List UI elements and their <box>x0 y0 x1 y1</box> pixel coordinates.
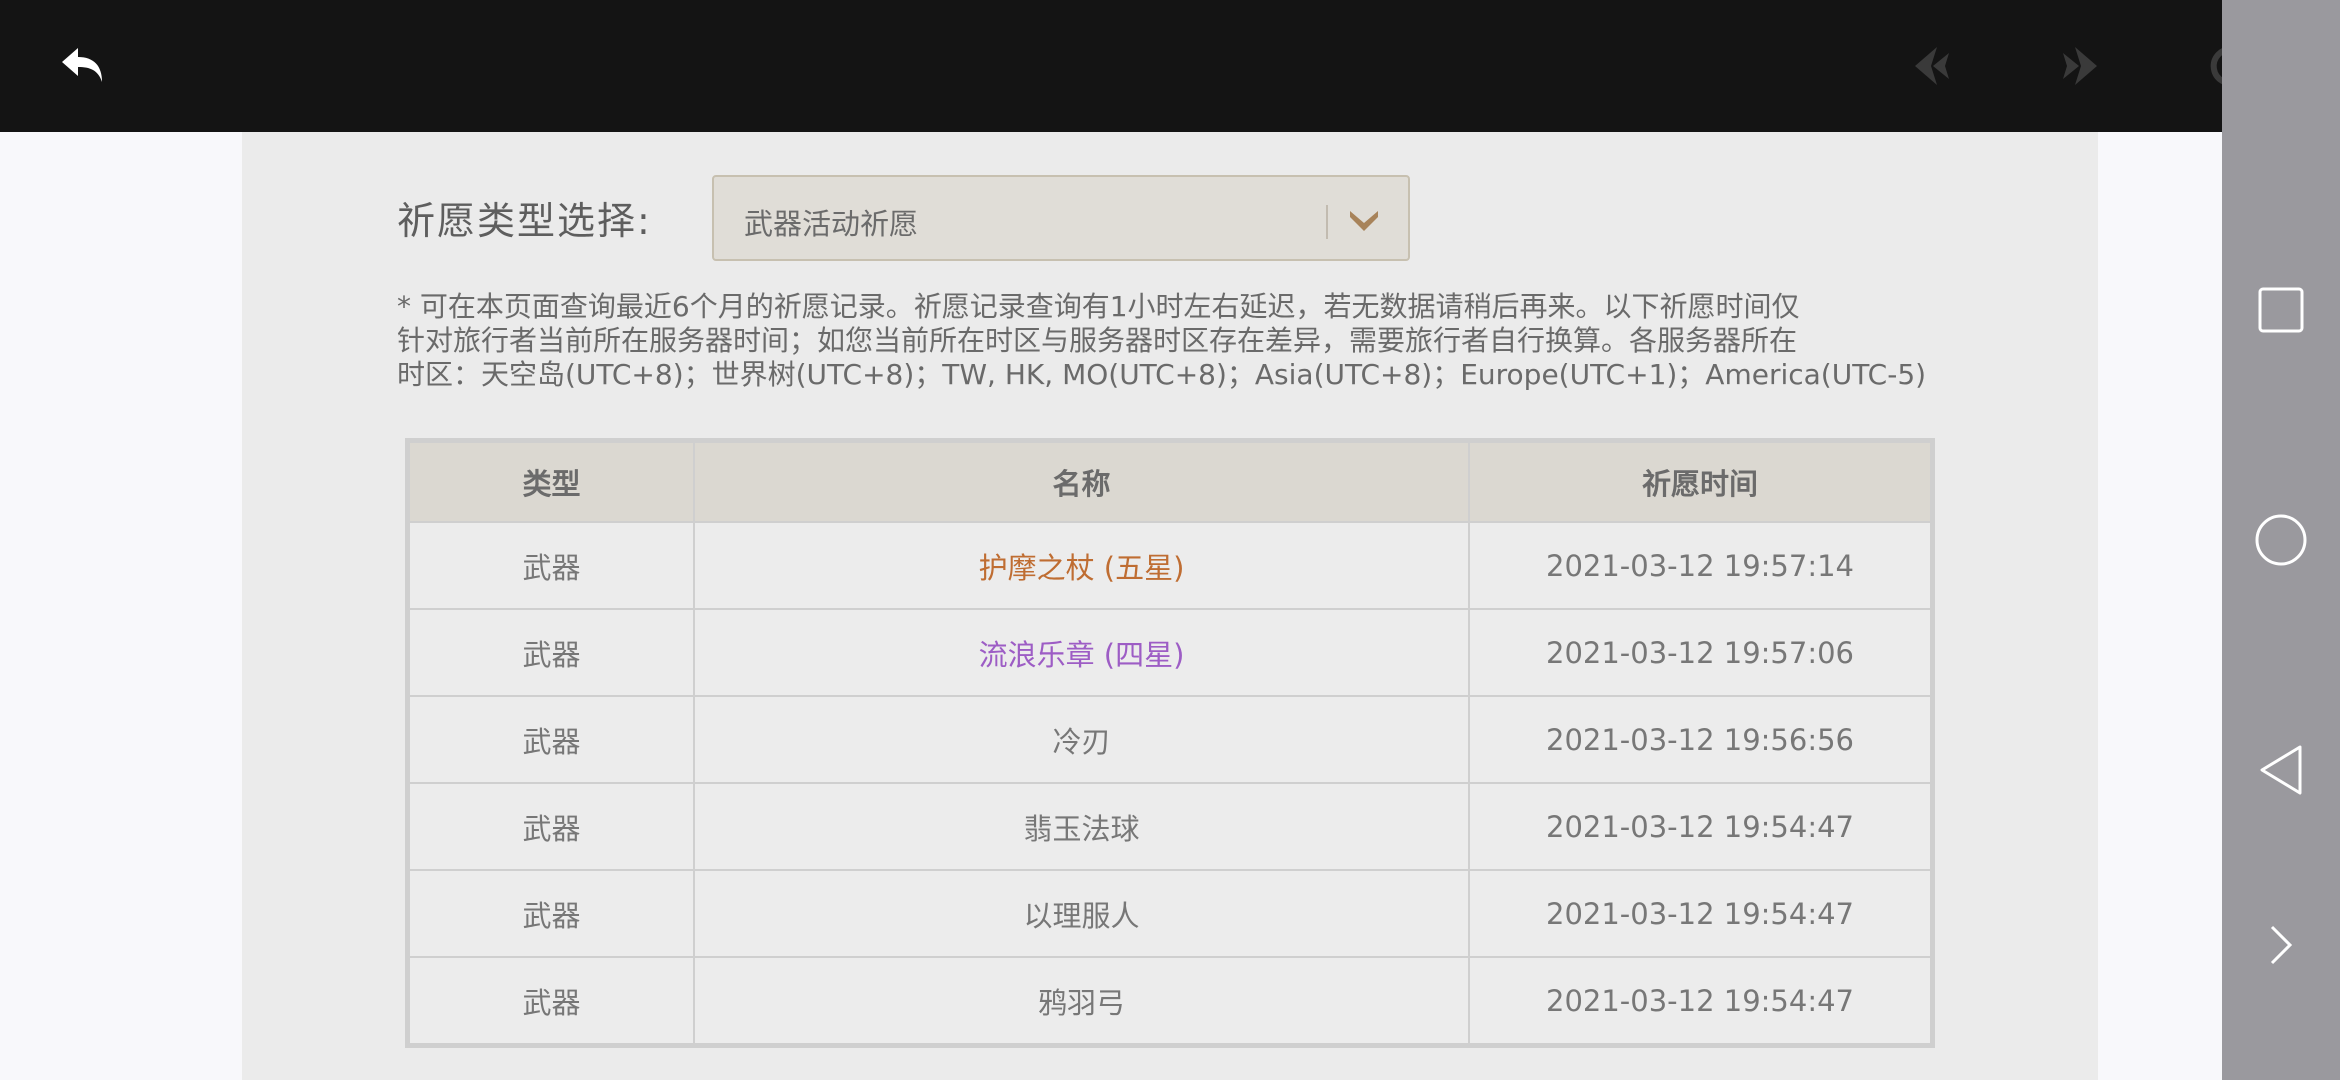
expand-button[interactable] <box>2251 915 2311 975</box>
table-row: 武器 护摩之杖 (五星) 2021-03-12 19:57:14 <box>408 521 1932 610</box>
table-row: 武器 冷刃 2021-03-12 19:56:56 <box>408 695 1932 784</box>
wish-type-label: 祈愿类型选择: <box>397 199 652 243</box>
cell-name: 护摩之杖 (五星) <box>693 521 1470 610</box>
notice-text: * 可在本页面查询最近6个月的祈愿记录。祈愿记录查询有1小时左右延迟，若无数据请… <box>397 290 1957 392</box>
prev-page-button[interactable] <box>1902 36 1962 96</box>
table-row: 武器 翡玉法球 2021-03-12 19:54:47 <box>408 782 1932 871</box>
cell-type: 武器 <box>408 695 695 784</box>
cell-name: 以理服人 <box>693 869 1470 958</box>
next-arrow-icon <box>2063 47 2097 85</box>
table-row: 武器 流浪乐章 (四星) 2021-03-12 19:57:06 <box>408 608 1932 697</box>
cell-time: 2021-03-12 19:54:47 <box>1468 956 1932 1045</box>
cell-time: 2021-03-12 19:54:47 <box>1468 869 1932 958</box>
chevron-right-icon <box>2270 925 2293 965</box>
recent-apps-button[interactable] <box>2251 280 2311 340</box>
cell-name: 翡玉法球 <box>693 782 1470 871</box>
wish-history-panel: 祈愿类型选择: 武器活动祈愿 * 可在本页面查询最近6个月的祈愿记录。祈愿记录查… <box>242 132 2098 1080</box>
top-toolbar <box>0 0 2250 132</box>
cell-time: 2021-03-12 19:57:14 <box>1468 521 1932 610</box>
back-arrow-icon <box>62 48 102 82</box>
wish-type-select[interactable]: 武器活动祈愿 <box>712 175 1410 261</box>
table-row: 武器 鸦羽弓 2021-03-12 19:54:47 <box>408 956 1932 1045</box>
cell-time: 2021-03-12 19:57:06 <box>1468 608 1932 697</box>
system-back-button[interactable] <box>2251 740 2311 800</box>
triangle-back-icon <box>2260 745 2302 795</box>
notice-line-1: * 可在本页面查询最近6个月的祈愿记录。祈愿记录查询有1小时左右延迟，若无数据请… <box>397 290 1800 323</box>
cell-time: 2021-03-12 19:56:56 <box>1468 695 1932 784</box>
header-name: 名称 <box>693 441 1470 523</box>
header-time: 祈愿时间 <box>1468 441 1932 523</box>
home-button[interactable] <box>2251 510 2311 570</box>
cell-type: 武器 <box>408 521 695 610</box>
circle-icon <box>2255 514 2307 566</box>
wish-history-table: 类型 名称 祈愿时间 武器 护摩之杖 (五星) 2021-03-12 19:57… <box>405 438 1935 1048</box>
next-page-button[interactable] <box>2050 36 2110 96</box>
cell-name: 冷刃 <box>693 695 1470 784</box>
table-row: 武器 以理服人 2021-03-12 19:54:47 <box>408 869 1932 958</box>
prev-arrow-icon <box>1915 47 1949 85</box>
notice-line-2: 针对旅行者当前所在服务器时间；如您当前所在时区与服务器时区存在差异，需要旅行者自… <box>397 324 1798 357</box>
cell-name: 流浪乐章 (四星) <box>693 608 1470 697</box>
header-type: 类型 <box>408 441 695 523</box>
square-icon <box>2258 287 2304 333</box>
notice-line-3: 时区：天空岛(UTC+8)；世界树(UTC+8)；TW, HK, MO(UTC+… <box>397 358 1927 391</box>
cell-type: 武器 <box>408 608 695 697</box>
cell-name: 鸦羽弓 <box>693 956 1470 1045</box>
select-divider <box>1326 205 1328 239</box>
cell-time: 2021-03-12 19:54:47 <box>1468 782 1932 871</box>
cell-type: 武器 <box>408 956 695 1045</box>
back-button[interactable] <box>54 36 114 96</box>
cell-type: 武器 <box>408 869 695 958</box>
system-nav-bar <box>2222 0 2340 1080</box>
chevron-down-icon <box>1350 211 1378 231</box>
cell-type: 武器 <box>408 782 695 871</box>
table-header-row: 类型 名称 祈愿时间 <box>408 441 1932 523</box>
wish-type-selected: 武器活动祈愿 <box>744 207 919 241</box>
